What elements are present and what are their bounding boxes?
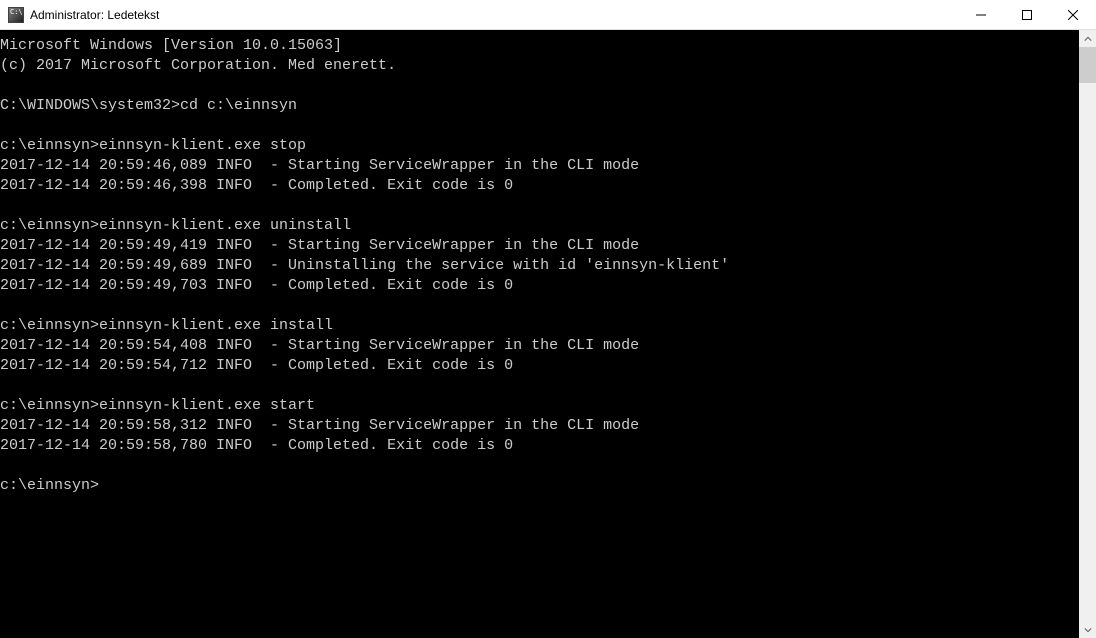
maximize-button[interactable] xyxy=(1004,0,1050,30)
close-icon xyxy=(1068,10,1078,20)
minimize-icon xyxy=(976,10,986,20)
maximize-icon xyxy=(1022,10,1032,20)
minimize-button[interactable] xyxy=(958,0,1004,30)
window-title: Administrator: Ledetekst xyxy=(30,8,958,22)
close-button[interactable] xyxy=(1050,0,1096,30)
terminal-wrapper: Microsoft Windows [Version 10.0.15063] (… xyxy=(0,30,1096,638)
scrollbar-track[interactable] xyxy=(1079,47,1096,621)
chevron-up-icon xyxy=(1084,35,1092,43)
cmd-app-icon xyxy=(8,7,24,23)
chevron-down-icon xyxy=(1084,626,1092,634)
vertical-scrollbar[interactable] xyxy=(1079,30,1096,638)
scrollbar-thumb[interactable] xyxy=(1079,47,1096,83)
terminal-output[interactable]: Microsoft Windows [Version 10.0.15063] (… xyxy=(0,30,1096,638)
scroll-down-button[interactable] xyxy=(1079,621,1096,638)
window-titlebar: Administrator: Ledetekst xyxy=(0,0,1096,30)
scroll-up-button[interactable] xyxy=(1079,30,1096,47)
window-controls xyxy=(958,0,1096,30)
